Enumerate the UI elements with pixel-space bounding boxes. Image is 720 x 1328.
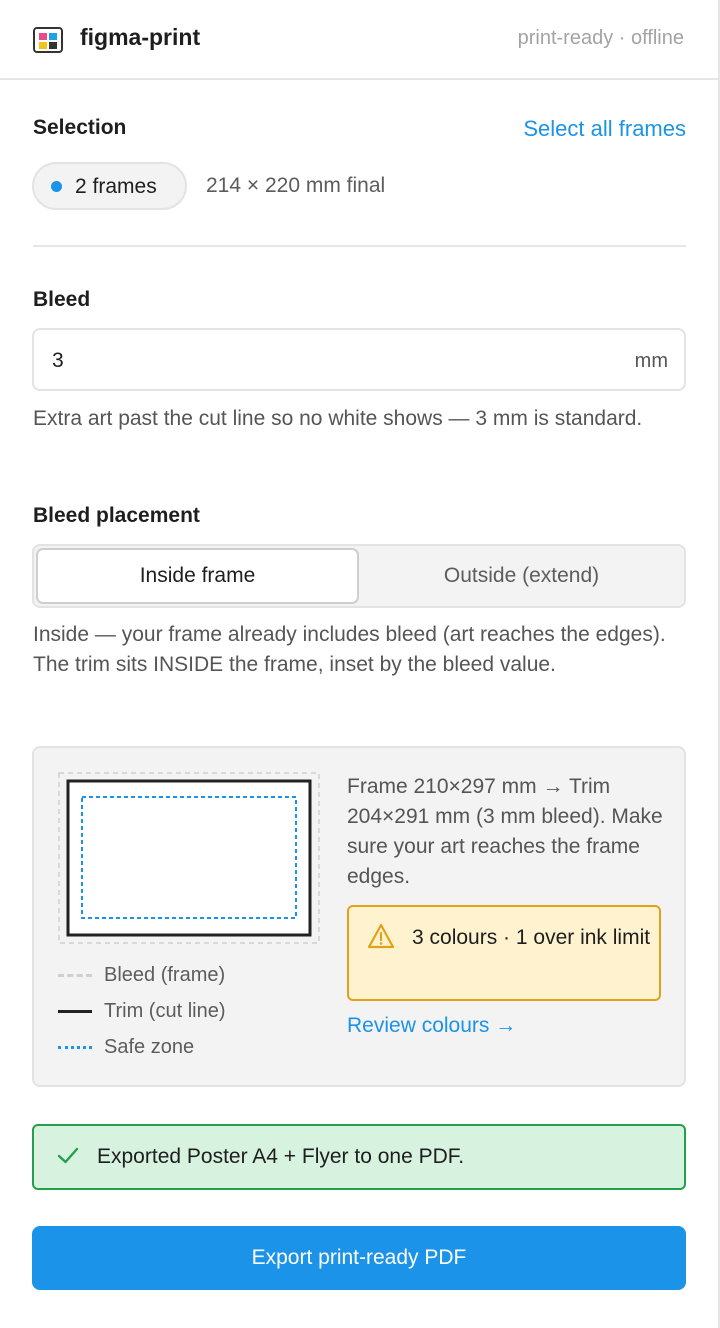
color-swatch-icon xyxy=(33,27,63,53)
review-colours-link[interactable]: Review colours → xyxy=(347,1014,516,1038)
frame-trim-description: Frame 210×297 mm → Trim 204×291 mm (3 mm… xyxy=(347,775,663,888)
export-pdf-button[interactable]: Export print-ready PDF xyxy=(32,1226,686,1290)
placement-option-inside[interactable]: Inside frame xyxy=(36,548,359,604)
bleed-preview-panel: Bleed (frame) Trim (cut line) Safe zone … xyxy=(32,746,686,1087)
plugin-header: figma-print print-ready · offline xyxy=(0,0,718,80)
bleed-input[interactable]: 3 mm xyxy=(32,328,686,391)
placement-help-text: Inside — your frame already includes ble… xyxy=(33,623,666,676)
selection-dot-icon xyxy=(51,181,62,192)
section-divider xyxy=(33,245,686,247)
app-status: print-ready · offline xyxy=(517,27,684,49)
bleed-input-value[interactable]: 3 xyxy=(52,349,64,373)
selection-chip-label: 2 frames xyxy=(75,175,157,198)
legend-trim-label: Trim (cut line) xyxy=(104,999,226,1022)
bleed-help-text: Extra art past the cut line so no white … xyxy=(33,407,643,430)
placement-option-outside[interactable]: Outside (extend) xyxy=(359,548,684,604)
legend-safe: Safe zone xyxy=(58,1033,194,1061)
selection-dimensions: 214 × 220 mm final xyxy=(206,174,386,197)
select-all-frames-link[interactable]: Select all frames xyxy=(523,116,686,142)
trim-solid-line-icon xyxy=(58,1009,92,1013)
warning-text: 3 colours · 1 over ink limit xyxy=(412,926,651,949)
bleed-unit: mm xyxy=(634,350,668,372)
export-success-toast: Exported Poster A4 + Flyer to one PDF. xyxy=(32,1124,686,1190)
success-message: Exported Poster A4 + Flyer to one PDF. xyxy=(97,1145,465,1168)
safe-dotted-line-icon xyxy=(58,1045,92,1049)
ink-limit-warning: 3 colours · 1 over ink limit xyxy=(347,905,661,1001)
legend-bleed: Bleed (frame) xyxy=(58,961,225,989)
app-title: figma-print xyxy=(80,24,201,50)
legend-trim: Trim (cut line) xyxy=(58,997,225,1025)
legend-safe-label: Safe zone xyxy=(104,1035,195,1058)
trim-outline xyxy=(66,779,312,937)
bleed-placement-label: Bleed placement xyxy=(33,504,200,527)
bleed-diagram xyxy=(58,772,320,944)
checkmark-icon xyxy=(57,1147,79,1164)
selection-chip[interactable]: 2 frames xyxy=(32,162,187,210)
bleed-dashed-line-icon xyxy=(58,973,92,977)
bleed-placement-toggle: Inside frame Outside (extend) xyxy=(32,544,686,608)
selection-label: Selection xyxy=(33,116,127,139)
warning-triangle-icon xyxy=(367,923,395,949)
legend-bleed-label: Bleed (frame) xyxy=(104,963,226,986)
bleed-label: Bleed xyxy=(33,288,91,311)
